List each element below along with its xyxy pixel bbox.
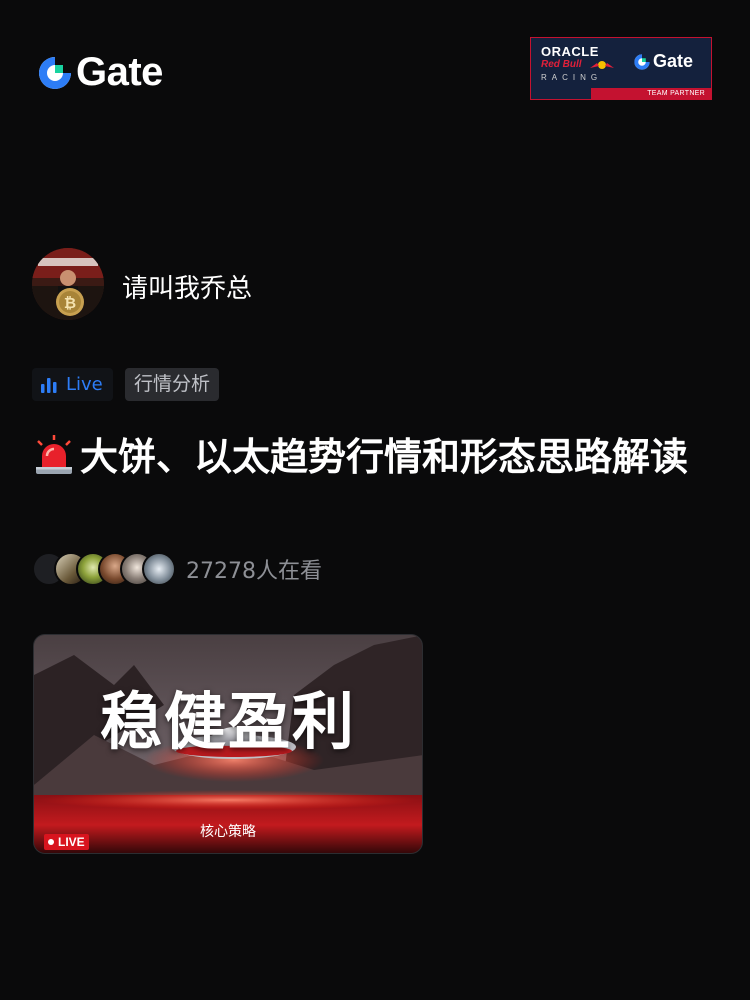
live-tag[interactable]: Live — [32, 368, 113, 401]
live-badge-label: LIVE — [58, 835, 85, 849]
partner-gate-text: Gate — [653, 51, 694, 71]
avatar-image: ₿ — [32, 248, 104, 320]
partner-racing-text: RACING — [541, 73, 603, 82]
partner-strip: TEAM PARTNER — [591, 88, 711, 99]
viewer-row: 27278人在看 — [32, 552, 322, 586]
author-avatar[interactable]: ₿ — [32, 248, 104, 320]
category-tag[interactable]: 行情分析 — [125, 368, 220, 401]
siren-icon — [36, 435, 72, 474]
partner-banner[interactable]: ORACLE Red Bull RACING Gate TEAM PARTNER — [530, 37, 712, 100]
live-bars-icon — [41, 377, 57, 393]
partner-gate-logo: Gate — [633, 51, 693, 72]
gate-logo-text: Gate — [76, 50, 163, 94]
stream-cover-title: 稳健盈利 — [99, 685, 356, 758]
live-dot-icon — [48, 839, 54, 845]
gate-logo[interactable]: Gate — [36, 50, 163, 95]
live-tag-label: Live — [66, 374, 103, 395]
gate-logo-icon — [39, 56, 71, 89]
live-badge: LIVE — [44, 834, 89, 850]
gate-logo-small-icon — [634, 53, 650, 70]
post-title-text: 大饼、以太趋势行情和形态思路解读 — [80, 435, 689, 479]
bull-logo-icon — [590, 61, 614, 69]
svg-text:₿: ₿ — [64, 294, 76, 312]
viewer-count: 27278人在看 — [186, 559, 322, 584]
partner-redbull-text: Red Bull — [541, 59, 582, 70]
post-page: Gate ORACLE Red Bull RACING Gate TEAM PA… — [0, 0, 750, 1000]
viewer-avatar — [142, 552, 176, 586]
partner-oracle-text: ORACLE — [541, 44, 599, 59]
post-title: 大饼、以太趋势行情和形态思路解读 — [32, 430, 722, 484]
stream-cover-subtitle: 核心策略 — [200, 824, 256, 840]
stream-card[interactable]: 稳健盈利 核心策略 LIVE — [33, 634, 423, 854]
author-name[interactable]: 请叫我乔总 — [122, 268, 252, 305]
